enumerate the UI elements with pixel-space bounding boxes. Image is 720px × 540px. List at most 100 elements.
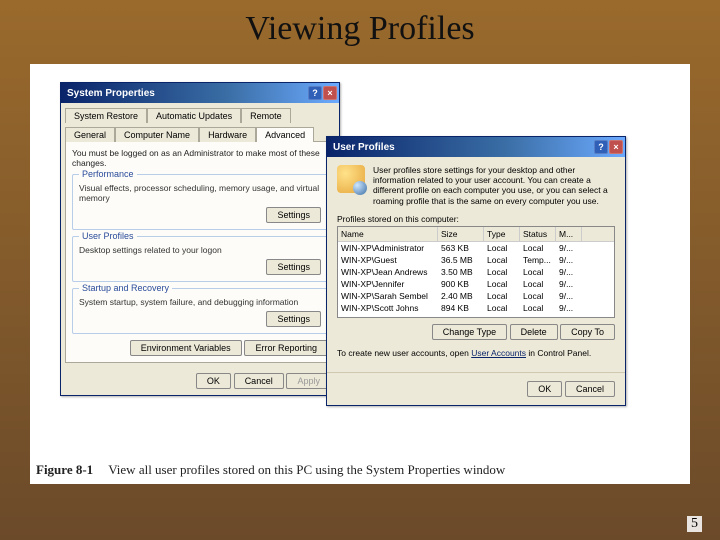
sysprop-titlebar[interactable]: System Properties ? × [61, 83, 339, 103]
page-number: 5 [687, 516, 702, 532]
userprofiles-intro: User profiles store settings for your de… [373, 165, 615, 206]
slide-title: Viewing Profiles [0, 10, 720, 48]
cell-mod: 9/... [556, 302, 582, 314]
col-name[interactable]: Name [338, 227, 438, 241]
error-reporting-button[interactable]: Error Reporting [244, 340, 328, 356]
userprofiles-bottom-buttons: OK Cancel [327, 372, 625, 405]
cell-type: Local [484, 266, 520, 278]
userprofiles-titlebar[interactable]: User Profiles ? × [327, 137, 625, 157]
listview-header: Name Size Type Status M... [338, 227, 614, 242]
delete-button[interactable]: Delete [510, 324, 558, 340]
cell-status: Local [520, 266, 556, 278]
cell-name: WIN-XP\Sarah Sembel [338, 290, 438, 302]
startup-desc: System startup, system failure, and debu… [79, 297, 321, 307]
cell-mod: 9/... [556, 278, 582, 290]
cell-mod: 9/... [556, 254, 582, 266]
tab-computer-name[interactable]: Computer Name [115, 127, 199, 142]
create-accounts-note: To create new user accounts, open User A… [337, 348, 615, 358]
environment-variables-button[interactable]: Environment Variables [130, 340, 242, 356]
change-type-button[interactable]: Change Type [432, 324, 507, 340]
system-properties-window: System Properties ? × System Restore Aut… [60, 82, 340, 396]
sysprop-tabs-row1: System Restore Automatic Updates Remote [61, 103, 339, 122]
copy-to-button[interactable]: Copy To [560, 324, 615, 340]
help-icon[interactable]: ? [308, 86, 322, 100]
figure-label: Figure 8-1 [36, 462, 93, 477]
cell-name: WIN-XP\Administrator [338, 242, 438, 254]
userprofiles-desc: Desktop settings related to your logon [79, 245, 321, 255]
sysprop-tabs-row2: General Computer Name Hardware Advanced [61, 122, 339, 141]
figure-text: View all user profiles stored on this PC… [108, 462, 505, 477]
table-row[interactable]: WIN-XP\Jean Andrews3.50 MBLocalLocal9/..… [338, 266, 614, 278]
cell-status: Local [520, 302, 556, 314]
cell-name: WIN-XP\Jean Andrews [338, 266, 438, 278]
sysprop-apply-button[interactable]: Apply [286, 373, 331, 389]
user-accounts-link[interactable]: User Accounts [471, 348, 526, 358]
col-size[interactable]: Size [438, 227, 484, 241]
table-row[interactable]: WIN-XP\Sarah Sembel2.40 MBLocalLocal9/..… [338, 290, 614, 302]
tab-advanced[interactable]: Advanced [256, 127, 314, 142]
cell-status: Local [520, 278, 556, 290]
cell-status: Local [520, 242, 556, 254]
sysprop-title: System Properties [67, 88, 155, 99]
userprofiles-settings-button[interactable]: Settings [266, 259, 321, 275]
profiles-list-label: Profiles stored on this computer: [337, 214, 615, 224]
create-note-pre: To create new user accounts, open [337, 348, 471, 358]
table-row[interactable]: WIN-XP\Administrator563 KBLocalLocal9/..… [338, 242, 614, 254]
cell-mod: 9/... [556, 242, 582, 254]
cell-type: Local [484, 242, 520, 254]
close-icon[interactable]: × [323, 86, 337, 100]
tab-remote[interactable]: Remote [241, 108, 291, 123]
cell-name: WIN-XP\Guest [338, 254, 438, 266]
startup-settings-button[interactable]: Settings [266, 311, 321, 327]
cell-name: WIN-XP\Jennifer [338, 278, 438, 290]
performance-desc: Visual effects, processor scheduling, me… [79, 183, 321, 203]
cell-type: Local [484, 278, 520, 290]
group-user-profiles: User Profiles Desktop settings related t… [72, 236, 328, 282]
tab-general[interactable]: General [65, 127, 115, 142]
userprofiles-body: User profiles store settings for your de… [327, 157, 625, 366]
tab-hardware[interactable]: Hardware [199, 127, 256, 142]
cell-size: 900 KB [438, 278, 484, 290]
cell-status: Temp... [520, 254, 556, 266]
cell-size: 894 KB [438, 302, 484, 314]
sysprop-ok-button[interactable]: OK [196, 373, 231, 389]
userprofiles-title: User Profiles [333, 142, 395, 153]
cell-type: Local [484, 290, 520, 302]
cell-mod: 9/... [556, 266, 582, 278]
sysprop-cancel-button[interactable]: Cancel [234, 373, 284, 389]
userprofiles-ok-button[interactable]: OK [527, 381, 562, 397]
cell-type: Local [484, 302, 520, 314]
profiles-listview[interactable]: Name Size Type Status M... WIN-XP\Admini… [337, 226, 615, 318]
userprofiles-icon [337, 165, 365, 193]
cell-size: 36.5 MB [438, 254, 484, 266]
cell-name: WIN-XP\Scott Johns [338, 302, 438, 314]
tab-system-restore[interactable]: System Restore [65, 108, 147, 123]
cell-size: 3.50 MB [438, 266, 484, 278]
table-row[interactable]: WIN-XP\Guest36.5 MBLocalTemp...9/... [338, 254, 614, 266]
col-modified[interactable]: M... [556, 227, 582, 241]
group-performance: Performance Visual effects, processor sc… [72, 174, 328, 230]
userprofiles-cancel-button[interactable]: Cancel [565, 381, 615, 397]
create-note-post: in Control Panel. [526, 348, 591, 358]
col-status[interactable]: Status [520, 227, 556, 241]
tab-automatic-updates[interactable]: Automatic Updates [147, 108, 241, 123]
help-icon[interactable]: ? [594, 140, 608, 154]
cell-type: Local [484, 254, 520, 266]
table-row[interactable]: WIN-XP\Jennifer900 KBLocalLocal9/... [338, 278, 614, 290]
table-row[interactable]: WIN-XP\Scott Johns894 KBLocalLocal9/... [338, 302, 614, 314]
col-type[interactable]: Type [484, 227, 520, 241]
cell-status: Local [520, 290, 556, 302]
user-profiles-window: User Profiles ? × User profiles store se… [326, 136, 626, 406]
cell-size: 2.40 MB [438, 290, 484, 302]
sysprop-pane: You must be logged on as an Administrato… [65, 141, 335, 363]
group-startup-recovery: Startup and Recovery System startup, sys… [72, 288, 328, 334]
performance-legend: Performance [79, 169, 137, 179]
cell-size: 563 KB [438, 242, 484, 254]
figure-caption: Figure 8-1 View all user profiles stored… [36, 462, 505, 478]
close-icon[interactable]: × [609, 140, 623, 154]
sysprop-bottom-buttons: OK Cancel Apply [61, 367, 339, 395]
performance-settings-button[interactable]: Settings [266, 207, 321, 223]
admin-note: You must be logged on as an Administrato… [72, 148, 328, 168]
startup-legend: Startup and Recovery [79, 283, 172, 293]
userprofiles-legend: User Profiles [79, 231, 137, 241]
